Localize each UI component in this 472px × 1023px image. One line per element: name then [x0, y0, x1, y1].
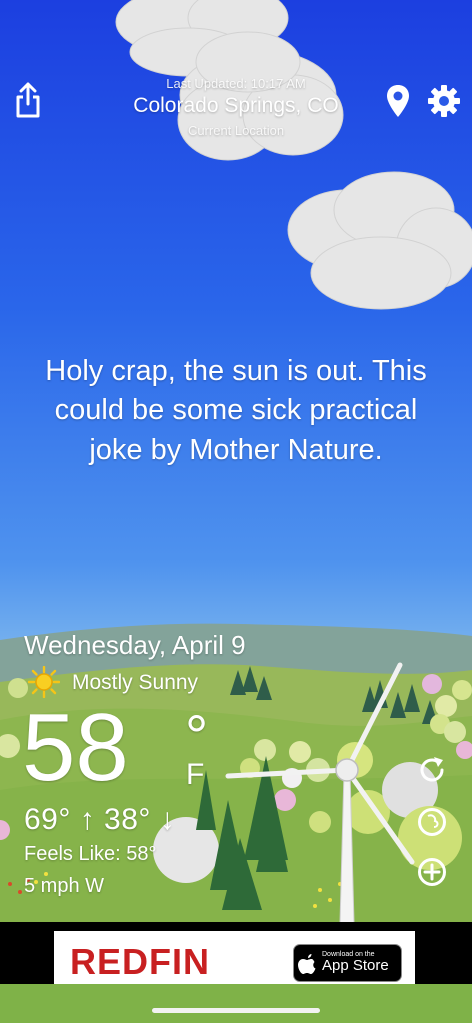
apple-icon	[298, 954, 316, 974]
feels-like-label: Feels Like: 58°	[24, 843, 157, 865]
app-store-label: App Store	[322, 957, 389, 975]
radar-icon	[418, 808, 446, 836]
radar-button[interactable]	[414, 804, 450, 840]
app-store-button[interactable]: Download on the App Store	[293, 944, 402, 982]
high-low-temps: 69° ↑ 38° ↓	[24, 803, 176, 836]
location-button[interactable]	[382, 82, 414, 120]
temperature-unit[interactable]: F	[186, 758, 204, 792]
add-circle-icon	[418, 858, 446, 886]
location-type-label: Current Location	[187, 123, 285, 138]
settings-button[interactable]	[424, 82, 464, 120]
add-location-button[interactable]	[414, 854, 450, 890]
map-pin-icon	[387, 85, 409, 117]
wind-label: 5 mph W	[24, 875, 105, 897]
refresh-button[interactable]	[414, 752, 450, 788]
ad-brand-logo[interactable]: REDFIN	[70, 941, 210, 983]
gear-icon	[428, 85, 460, 117]
cloud-right	[287, 171, 472, 310]
landscape-footer	[0, 984, 472, 1023]
temperature-value: 58	[22, 694, 129, 801]
weather-quote: Holy crap, the sun is out. This could be…	[45, 355, 427, 466]
refresh-icon	[420, 757, 444, 782]
condition-label: Mostly Sunny	[72, 671, 199, 694]
home-indicator[interactable]	[152, 1008, 320, 1013]
date-label: Wednesday, April 9	[24, 630, 246, 660]
